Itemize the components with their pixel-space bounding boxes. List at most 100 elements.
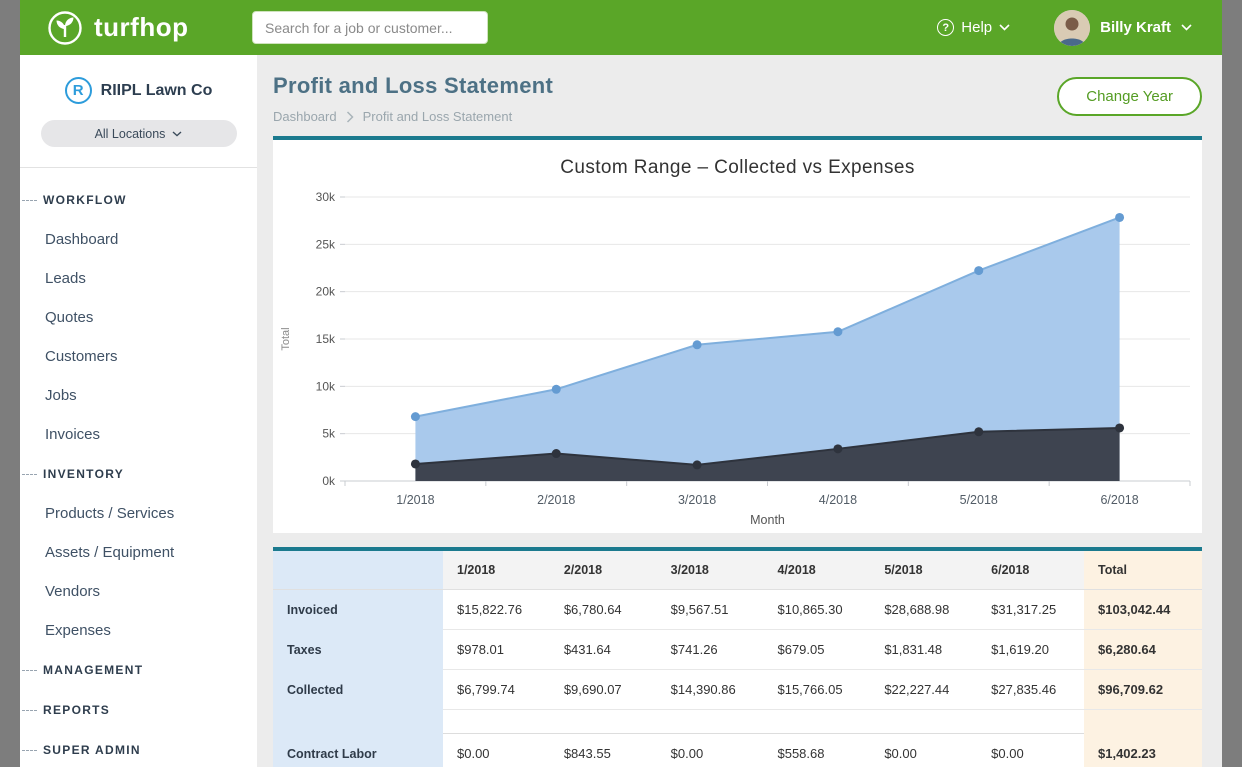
company-header: R RIIPL Lawn Co	[20, 55, 257, 120]
svg-text:6/2018: 6/2018	[1100, 493, 1138, 507]
cell: $741.26	[657, 630, 764, 670]
brand-logo[interactable]: turfhop	[46, 9, 252, 47]
svg-text:10k: 10k	[316, 379, 336, 393]
row-label: Contract Labor	[273, 734, 443, 767]
help-icon: ?	[937, 19, 954, 36]
chart-title: Custom Range – Collected vs Expenses	[273, 140, 1202, 179]
user-name: Billy Kraft	[1100, 19, 1171, 36]
nav-section-inventory: INVENTORY	[20, 454, 257, 494]
nav-section-reports: REPORTS	[20, 690, 257, 730]
column-header-6-2018: 6/2018	[977, 551, 1084, 590]
cell: $679.05	[763, 630, 870, 670]
cell: $843.55	[550, 734, 657, 767]
tree-dash-icon	[22, 200, 37, 201]
cell: $22,227.44	[870, 670, 977, 710]
column-header-5-2018: 5/2018	[870, 551, 977, 590]
sidebar: R RIIPL Lawn Co All Locations WORKFLOWDa…	[20, 55, 257, 767]
top-bar: turfhop ? Help Billy Kraft	[20, 0, 1222, 55]
breadcrumb-dashboard[interactable]: Dashboard	[273, 109, 337, 124]
cell: $14,390.86	[657, 670, 764, 710]
sidebar-item-products-services[interactable]: Products / Services	[20, 494, 257, 533]
collected-vs-expenses-chart: 0k5k10k15k20k25k30k1/20182/20183/20184/2…	[273, 179, 1202, 533]
cell: $558.68	[763, 734, 870, 767]
svg-text:3/2018: 3/2018	[678, 493, 716, 507]
svg-text:5/2018: 5/2018	[960, 493, 998, 507]
svg-text:1/2018: 1/2018	[396, 493, 434, 507]
avatar	[1054, 10, 1090, 46]
column-header-total: Total	[1084, 551, 1202, 590]
svg-text:25k: 25k	[316, 237, 336, 251]
sidebar-item-vendors[interactable]: Vendors	[20, 572, 257, 611]
svg-text:0k: 0k	[322, 474, 336, 488]
row-label: Collected	[273, 670, 443, 710]
cell: $9,690.07	[550, 670, 657, 710]
company-logo-icon: R	[65, 77, 92, 104]
nav-section-workflow: WORKFLOW	[20, 180, 257, 220]
svg-text:Total: Total	[280, 327, 292, 350]
svg-text:30k: 30k	[316, 190, 336, 204]
chevron-down-icon	[1181, 24, 1192, 31]
cell: $15,766.05	[763, 670, 870, 710]
sidebar-item-leads[interactable]: Leads	[20, 259, 257, 298]
main-content: Profit and Loss Statement Dashboard Prof…	[257, 55, 1222, 767]
tree-dash-icon	[22, 710, 37, 711]
table-row-collected: Collected$6,799.74$9,690.07$14,390.86$15…	[273, 670, 1202, 710]
pl-table: 1/20182/20183/20184/20185/20186/2018Tota…	[273, 551, 1202, 767]
locations-label: All Locations	[95, 127, 166, 141]
cell: $15,822.76	[443, 590, 550, 630]
breadcrumb: Dashboard Profit and Loss Statement	[273, 109, 1202, 124]
company-name: RIIPL Lawn Co	[101, 82, 213, 100]
svg-text:15k: 15k	[316, 332, 336, 346]
cell: $0.00	[657, 734, 764, 767]
sidebar-item-assets-equipment[interactable]: Assets / Equipment	[20, 533, 257, 572]
row-total: $6,280.64	[1084, 630, 1202, 670]
row-total: $103,042.44	[1084, 590, 1202, 630]
cell: $1,831.48	[870, 630, 977, 670]
turfhop-logo-icon	[46, 9, 84, 47]
column-header-1-2018: 1/2018	[443, 551, 550, 590]
help-label: Help	[961, 19, 992, 36]
tree-dash-icon	[22, 474, 37, 475]
sidebar-item-expenses[interactable]: Expenses	[20, 611, 257, 650]
svg-text:20k: 20k	[316, 285, 336, 299]
column-header-label	[273, 551, 443, 590]
cell: $431.64	[550, 630, 657, 670]
svg-text:2/2018: 2/2018	[537, 493, 575, 507]
help-menu[interactable]: ? Help	[937, 19, 1010, 36]
cell: $6,799.74	[443, 670, 550, 710]
pl-table-card: 1/20182/20183/20184/20185/20186/2018Tota…	[273, 547, 1202, 767]
cell: $31,317.25	[977, 590, 1084, 630]
cell: $0.00	[977, 734, 1084, 767]
breadcrumb-current: Profit and Loss Statement	[363, 109, 513, 124]
app-window: turfhop ? Help Billy Kraft	[20, 0, 1222, 767]
search-input[interactable]	[252, 11, 488, 44]
chevron-right-icon	[346, 111, 354, 123]
sidebar-item-dashboard[interactable]: Dashboard	[20, 220, 257, 259]
cell: $0.00	[443, 734, 550, 767]
table-row-taxes: Taxes$978.01$431.64$741.26$679.05$1,831.…	[273, 630, 1202, 670]
change-year-button[interactable]: Change Year	[1057, 77, 1202, 116]
cell: $9,567.51	[657, 590, 764, 630]
nav-section-management: MANAGEMENT	[20, 650, 257, 690]
sidebar-item-jobs[interactable]: Jobs	[20, 376, 257, 415]
row-label: Taxes	[273, 630, 443, 670]
row-total: $96,709.62	[1084, 670, 1202, 710]
table-row-invoiced: Invoiced$15,822.76$6,780.64$9,567.51$10,…	[273, 590, 1202, 630]
column-header-4-2018: 4/2018	[763, 551, 870, 590]
sidebar-item-invoices[interactable]: Invoices	[20, 415, 257, 454]
nav-section-super-admin: SUPER ADMIN	[20, 730, 257, 767]
sidebar-item-quotes[interactable]: Quotes	[20, 298, 257, 337]
cell: $28,688.98	[870, 590, 977, 630]
user-menu[interactable]: Billy Kraft	[1054, 10, 1192, 46]
locations-dropdown[interactable]: All Locations	[41, 120, 237, 147]
cell: $6,780.64	[550, 590, 657, 630]
svg-text:Month: Month	[750, 513, 785, 527]
column-header-2-2018: 2/2018	[550, 551, 657, 590]
row-label: Invoiced	[273, 590, 443, 630]
chevron-down-icon	[999, 24, 1010, 31]
chevron-down-icon	[172, 131, 182, 137]
page-header: Profit and Loss Statement Dashboard Prof…	[273, 73, 1202, 124]
table-spacer-row	[273, 710, 1202, 734]
sidebar-item-customers[interactable]: Customers	[20, 337, 257, 376]
cell: $1,619.20	[977, 630, 1084, 670]
